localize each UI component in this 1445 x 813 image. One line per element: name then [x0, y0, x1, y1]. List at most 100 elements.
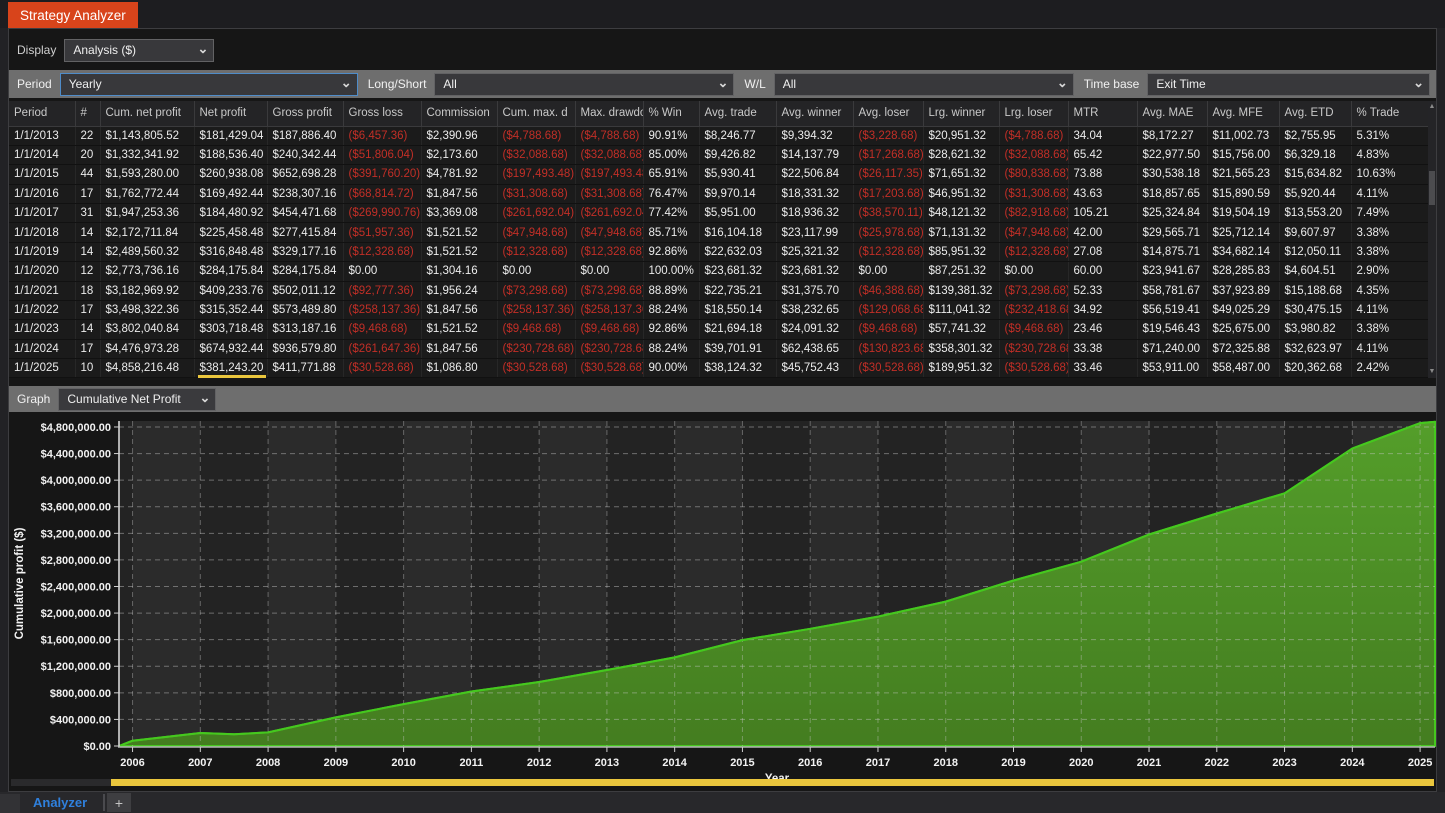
cell: $3,498,322.36: [100, 300, 194, 319]
table-row[interactable]: 1/1/202314$3,802,040.84$303,718.48$313,1…: [9, 320, 1432, 339]
column-header[interactable]: Avg. MAE: [1137, 101, 1207, 126]
add-tab-button[interactable]: +: [107, 793, 131, 812]
column-header[interactable]: Commission: [421, 101, 497, 126]
column-header[interactable]: Cum. max. d: [497, 101, 575, 126]
cell: $0.00: [497, 262, 575, 281]
cell: ($269,990.76): [343, 204, 421, 223]
cell: $454,471.68: [267, 204, 343, 223]
cell: $21,565.23: [1207, 165, 1279, 184]
cell: $25,321.32: [776, 242, 853, 261]
cell: $1,956.24: [421, 281, 497, 300]
column-header[interactable]: Gross loss: [343, 101, 421, 126]
table-row[interactable]: 1/1/201322$1,143,805.52$181,429.04$187,8…: [9, 126, 1432, 145]
table-row[interactable]: 1/1/201544$1,593,280.00$260,938.08$652,6…: [9, 165, 1432, 184]
x-axis-tick-label: 2024: [1340, 757, 1365, 769]
period-dropdown[interactable]: Yearly ⌄: [60, 73, 358, 96]
cell: $1,521.52: [421, 320, 497, 339]
display-dropdown-value: Analysis ($): [73, 43, 136, 57]
period-dropdown-value: Yearly: [69, 77, 102, 91]
filter-row: Period Yearly ⌄ Long/Short All ⌄ W/L All…: [9, 70, 1436, 98]
display-dropdown[interactable]: Analysis ($) ⌄: [64, 39, 214, 62]
tab-analyzer[interactable]: Analyzer: [33, 793, 87, 812]
cell: $316,848.48: [194, 242, 267, 261]
table-row[interactable]: 1/1/202417$4,476,973.28$674,932.44$936,5…: [9, 339, 1432, 358]
y-axis-tick-label: $3,600,000.00: [41, 502, 111, 514]
cell: ($261,692.04): [497, 204, 575, 223]
column-header[interactable]: Avg. winner: [776, 101, 853, 126]
cell: ($9,468.68): [999, 320, 1068, 339]
cell: ($26,117.35): [853, 165, 923, 184]
cell: $38,232.65: [776, 300, 853, 319]
wl-dropdown[interactable]: All ⌄: [774, 73, 1074, 96]
table-row[interactable]: 1/1/201731$1,947,253.36$184,480.92$454,4…: [9, 204, 1432, 223]
cell: ($47,948.68): [497, 223, 575, 242]
cell: $9,607.97: [1279, 223, 1351, 242]
cell: 1/1/2024: [9, 339, 75, 358]
table-row[interactable]: 1/1/201420$1,332,341.92$188,536.40$240,3…: [9, 145, 1432, 164]
column-header[interactable]: Avg. trade: [699, 101, 776, 126]
table-row[interactable]: 1/1/202217$3,498,322.36$315,352.44$573,4…: [9, 300, 1432, 319]
cell: $2,755.95: [1279, 126, 1351, 145]
cell: 4.11%: [1351, 339, 1432, 358]
graph-dropdown[interactable]: Cumulative Net Profit ⌄: [58, 388, 216, 411]
cell: $1,847.56: [421, 184, 497, 203]
long-short-dropdown[interactable]: All ⌄: [434, 73, 734, 96]
cell: 34.04: [1068, 126, 1137, 145]
column-header[interactable]: Cum. net profit: [100, 101, 194, 126]
column-header[interactable]: MTR: [1068, 101, 1137, 126]
scrollbar-thumb[interactable]: [1429, 171, 1435, 205]
cell: 12: [75, 262, 100, 281]
cell: $25,712.14: [1207, 223, 1279, 242]
cell: 14: [75, 320, 100, 339]
x-axis-tick-label: 2011: [459, 757, 483, 769]
strategy-analyzer-title-tab[interactable]: Strategy Analyzer: [8, 2, 138, 28]
scroll-up-icon[interactable]: ▲: [1428, 101, 1436, 113]
column-header[interactable]: Period: [9, 101, 75, 126]
tab-separator: [103, 794, 105, 811]
chart-horizontal-scrollbar[interactable]: [11, 779, 1434, 786]
cell: $38,124.32: [699, 359, 776, 378]
column-header[interactable]: Lrg. winner: [923, 101, 999, 126]
table-row[interactable]: 1/1/202012$2,773,736.16$284,175.84$284,1…: [9, 262, 1432, 281]
cell: ($25,978.68): [853, 223, 923, 242]
cell: 4.83%: [1351, 145, 1432, 164]
cell: 1/1/2019: [9, 242, 75, 261]
scroll-down-icon[interactable]: ▼: [1428, 366, 1436, 378]
column-header[interactable]: % Trade: [1351, 101, 1432, 126]
column-header[interactable]: Avg. loser: [853, 101, 923, 126]
cell: $15,188.68: [1279, 281, 1351, 300]
grid-hscroll-thumb[interactable]: [198, 375, 266, 378]
column-header[interactable]: Net profit: [194, 101, 267, 126]
chart-hscroll-thumb[interactable]: [111, 779, 1434, 786]
time-base-dropdown[interactable]: Exit Time ⌄: [1147, 73, 1430, 96]
table-row[interactable]: 1/1/201814$2,172,711.84$225,458.48$277,4…: [9, 223, 1432, 242]
wl-dropdown-value: All: [783, 77, 796, 91]
cell: $277,415.84: [267, 223, 343, 242]
cell: 17: [75, 300, 100, 319]
cell: $181,429.04: [194, 126, 267, 145]
column-header[interactable]: Avg. ETD: [1279, 101, 1351, 126]
cell: $13,553.20: [1279, 204, 1351, 223]
column-header[interactable]: Max. drawdown: [575, 101, 643, 126]
time-base-dropdown-value: Exit Time: [1156, 77, 1205, 91]
cell: ($17,268.68): [853, 145, 923, 164]
column-header[interactable]: #: [75, 101, 100, 126]
column-header[interactable]: Lrg. loser: [999, 101, 1068, 126]
table-row[interactable]: 1/1/201617$1,762,772.44$169,492.44$238,3…: [9, 184, 1432, 203]
table-row[interactable]: 1/1/202118$3,182,969.92$409,233.76$502,0…: [9, 281, 1432, 300]
cell: ($68,814.72): [343, 184, 421, 203]
cell: 100.00%: [643, 262, 699, 281]
cell: 88.24%: [643, 300, 699, 319]
strategy-analyzer-window: Strategy Analyzer Display Analysis ($) ⌄…: [0, 0, 1445, 813]
cell: ($391,760.20): [343, 165, 421, 184]
cell: $29,565.71: [1137, 223, 1207, 242]
column-header[interactable]: Avg. MFE: [1207, 101, 1279, 126]
column-header[interactable]: Gross profit: [267, 101, 343, 126]
table-vertical-scrollbar[interactable]: ▲ ▼: [1428, 101, 1436, 378]
cell: $39,701.91: [699, 339, 776, 358]
column-header[interactable]: % Win: [643, 101, 699, 126]
cell: ($46,388.68): [853, 281, 923, 300]
cell: ($12,328.68): [575, 242, 643, 261]
cell: $284,175.84: [267, 262, 343, 281]
table-row[interactable]: 1/1/201914$2,489,560.32$316,848.48$329,1…: [9, 242, 1432, 261]
